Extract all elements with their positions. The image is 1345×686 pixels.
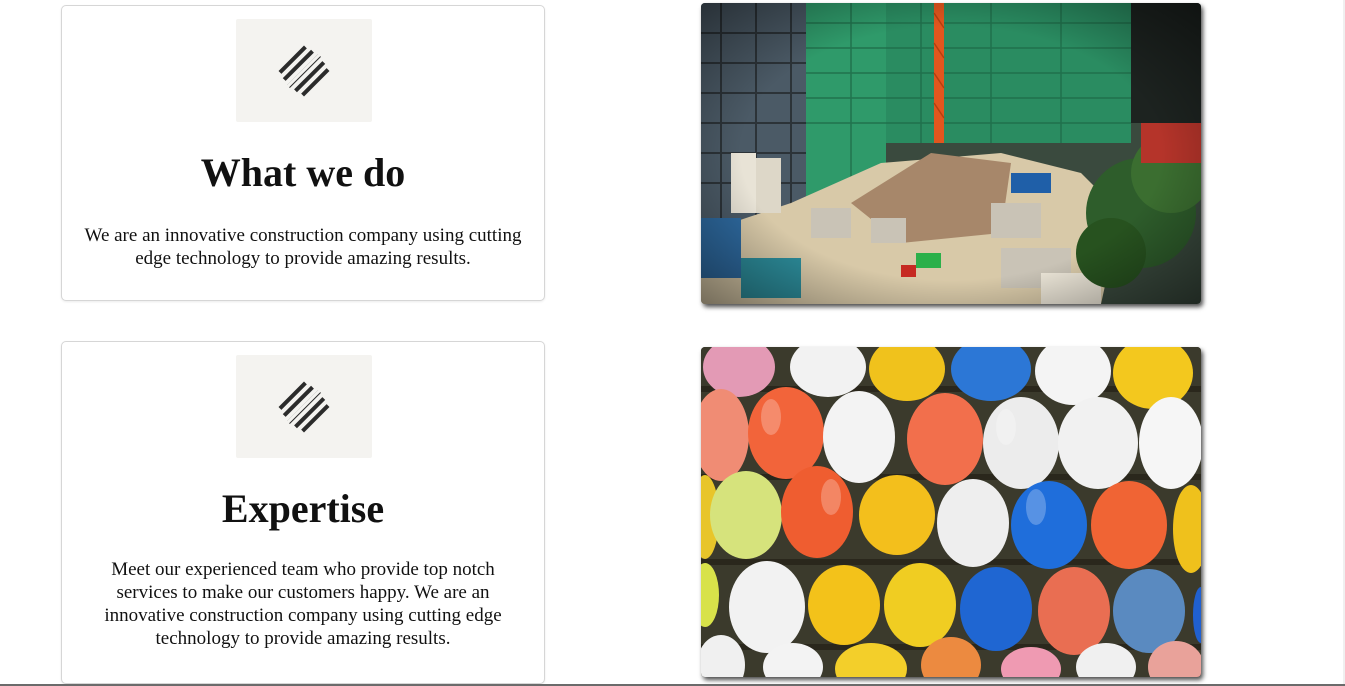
construction-site-image bbox=[701, 3, 1201, 304]
what-we-do-card: What we do We are an innovative construc… bbox=[61, 5, 545, 301]
expertise-card: Expertise Meet our experienced team who … bbox=[61, 341, 545, 684]
section-title: Expertise bbox=[221, 486, 385, 531]
logo-box bbox=[236, 19, 372, 122]
section-title: What we do bbox=[200, 150, 406, 195]
hard-hats-image bbox=[701, 347, 1201, 677]
diagonal-stripes-logo-icon bbox=[278, 381, 330, 432]
section-body: Meet our experienced team who provide to… bbox=[104, 559, 502, 649]
logo-box bbox=[236, 355, 372, 458]
section-body: We are an innovative construction compan… bbox=[84, 225, 522, 269]
diagonal-stripes-logo-icon bbox=[278, 45, 330, 96]
